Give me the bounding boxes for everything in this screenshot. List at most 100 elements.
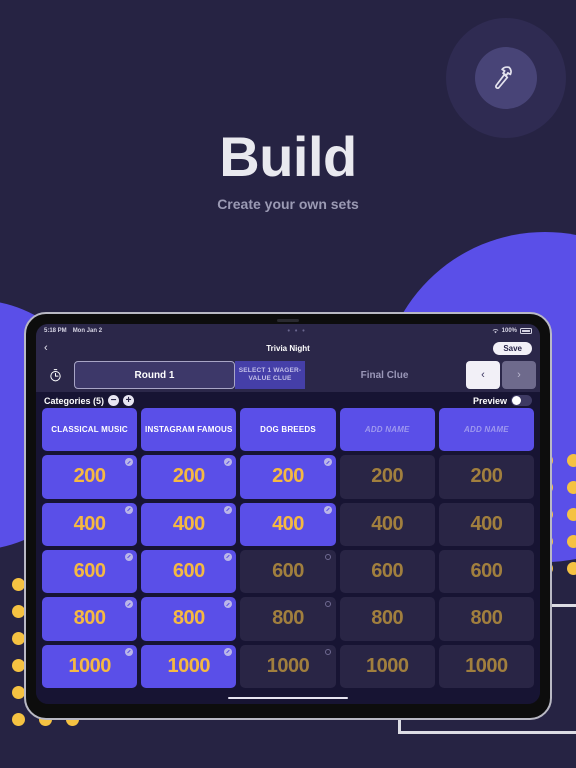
status-center-dots: • • • [287,327,307,335]
clue-cell-c2-r1[interactable]: 200 [141,455,237,499]
clue-value: 600 [172,560,205,583]
tab-wager-value-clue[interactable]: SELECT 1 WAGER-VALUE CLUE [235,361,305,389]
clue-value: 200 [470,465,503,488]
board-row: 200 200 200 200 200 [42,455,535,499]
set-title: Trivia Night [266,343,310,353]
status-time: 5:18 PM [44,328,67,334]
page-subtitle: Create your own sets [217,196,359,212]
camera-icon [277,319,299,322]
home-indicator [228,696,348,700]
clue-cell-c2-r4[interactable]: 800 [141,597,237,641]
battery-percent: 100% [501,328,517,334]
category-header-3[interactable]: DOG BREEDS [240,408,336,452]
clue-value: 1000 [167,654,211,677]
clue-incomplete-icon [324,553,331,560]
clue-cell-c5-r1[interactable]: 200 [438,455,535,499]
decorative-dot [12,713,25,726]
clue-value: 400 [172,512,205,535]
home-indicator-bar [36,692,540,704]
board-row: 600 600 600 600 600 [42,549,535,594]
clue-complete-icon [224,552,233,561]
categories-toolbar: Categories (5) − + Preview [36,392,540,408]
hero-icon-badge [446,18,566,138]
clue-cell-c2-r3[interactable]: 600 [141,549,237,594]
clue-value: 1000 [266,654,310,677]
clue-cell-c4-r3[interactable]: 600 [339,549,435,594]
clue-complete-icon [125,505,134,514]
preview-toggle[interactable] [511,395,532,406]
clue-value: 600 [272,560,304,583]
clue-cell-c4-r5[interactable]: 1000 [339,644,435,688]
clue-incomplete-icon [324,601,331,608]
status-bar: 5:18 PM Mon Jan 2 • • • 100% [36,324,540,338]
save-button[interactable]: Save [493,341,532,355]
hero-icon-inner-circle [475,47,537,109]
clue-cell-c1-r1[interactable]: 200 [42,455,138,499]
clue-complete-icon [323,505,332,514]
clue-cell-c4-r4[interactable]: 800 [339,597,435,641]
clue-cell-c5-r2[interactable]: 400 [438,502,535,546]
decorative-dot [567,481,576,494]
clue-value: 400 [470,512,503,535]
clue-value: 600 [73,560,106,583]
clue-cell-c5-r4[interactable]: 800 [438,597,535,641]
tab-final-clue[interactable]: Final Clue [305,361,464,389]
clue-cell-c1-r3[interactable]: 600 [42,549,138,594]
clue-value: 1000 [68,654,111,677]
page-title: Build [219,125,357,188]
status-date: Mon Jan 2 [72,328,103,334]
clue-cell-c1-r4[interactable]: 800 [42,597,138,641]
clue-complete-icon [224,600,233,609]
clue-cell-c3-r4[interactable]: 800 [240,597,336,641]
categories-count-label: Categories (5) [44,395,105,406]
decorative-dot [567,562,576,575]
previous-round-button[interactable]: ‹ [466,361,500,389]
game-board: CLASSICAL MUSIC INSTAGRAM FAMOUS DOG BREED… [36,408,540,692]
clue-complete-icon [224,505,233,514]
clue-cell-c4-r1[interactable]: 200 [339,455,435,499]
clue-cell-c2-r2[interactable]: 400 [141,502,237,546]
clue-cell-c3-r2[interactable]: 400 [240,502,336,546]
clue-value: 800 [371,607,404,630]
tablet-screen: 5:18 PM Mon Jan 2 • • • 100% ‹ Trivia Ni… [36,324,540,704]
clue-cell-c2-r5[interactable]: 1000 [141,644,237,688]
tab-round-1[interactable]: Round 1 [74,361,235,389]
remove-category-button[interactable]: − [108,395,120,406]
category-header-4[interactable]: ADD NAME [339,408,435,452]
clue-cell-c1-r5[interactable]: 1000 [42,644,138,688]
clue-cell-c3-r5[interactable]: 1000 [240,644,336,688]
round-tab-bar: Round 1 SELECT 1 WAGER-VALUE CLUE Final … [36,358,540,392]
preview-label: Preview [472,395,507,406]
tablet-device: 5:18 PM Mon Jan 2 • • • 100% ‹ Trivia Ni… [24,312,552,720]
wifi-icon [492,329,499,334]
clue-value: 1000 [465,654,508,677]
clue-complete-icon [125,552,134,561]
board-row: 800 800 800 800 800 [42,597,535,641]
timer-icon [49,368,61,381]
hammer-icon [495,66,512,90]
clue-cell-c3-r1[interactable]: 200 [240,455,336,499]
clue-cell-c1-r2[interactable]: 400 [42,502,138,546]
clue-value: 600 [371,560,404,583]
board-row: 400 400 400 400 400 [42,502,535,546]
clue-value: 800 [172,607,205,630]
add-category-button[interactable]: + [123,395,135,406]
decorative-dot [567,454,576,467]
clue-value: 800 [272,607,304,630]
clue-complete-icon [125,458,134,467]
clue-cell-c3-r3[interactable]: 600 [240,549,336,594]
next-round-button[interactable]: › [502,361,536,389]
clue-cell-c5-r3[interactable]: 600 [438,549,535,594]
clue-value: 600 [470,560,503,583]
category-header-1[interactable]: CLASSICAL MUSIC [42,408,138,452]
clue-value: 800 [470,607,503,630]
clue-value: 400 [73,512,106,535]
clue-complete-icon [224,458,233,467]
category-header-row: CLASSICAL MUSIC INSTAGRAM FAMOUS DOG BREED… [42,408,535,452]
timer-button[interactable] [36,361,74,389]
clue-cell-c5-r5[interactable]: 1000 [438,644,535,688]
category-header-5[interactable]: ADD NAME [438,408,535,452]
clue-value: 200 [172,465,205,488]
category-header-2[interactable]: INSTAGRAM FAMOUS [141,408,237,452]
clue-cell-c4-r2[interactable]: 400 [339,502,435,546]
